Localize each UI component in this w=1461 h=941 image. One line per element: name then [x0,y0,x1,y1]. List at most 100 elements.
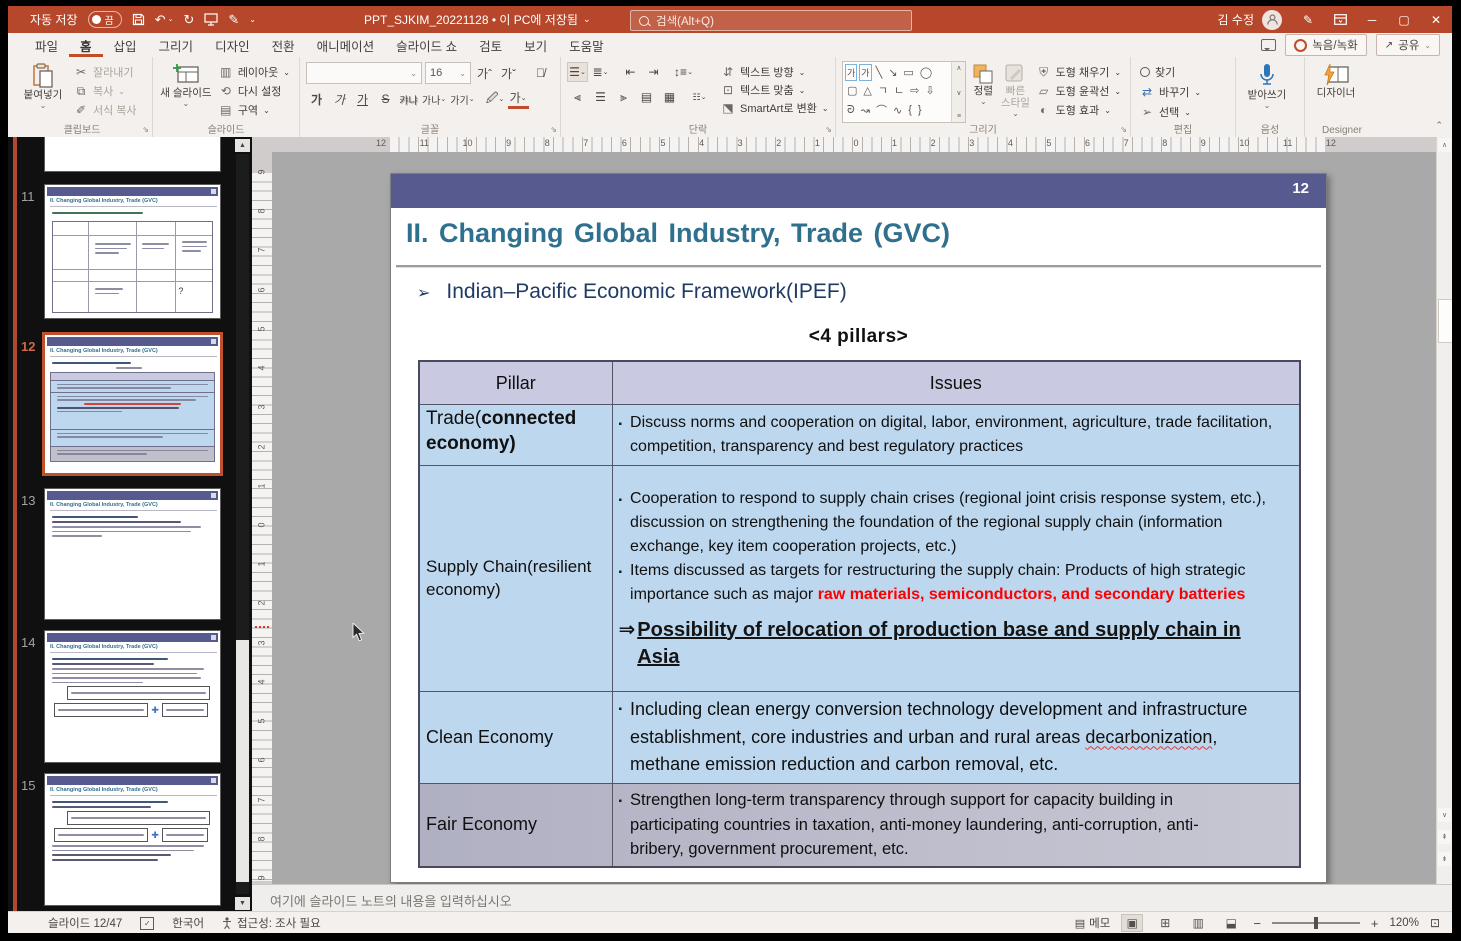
tab-draw[interactable]: 그리기 [148,33,205,57]
italic-icon[interactable]: 가 [329,89,350,109]
zoom-in-button[interactable]: + [1371,916,1379,931]
normal-view-button[interactable]: ▣ [1121,914,1143,932]
share-button[interactable]: ↗공유⌄ [1376,34,1440,56]
thumbnail-slide-12-selected[interactable]: II. Changing Global Industry, Trade (GVC… [45,335,220,473]
font-name-combo[interactable]: ⌄ [306,62,422,84]
previous-slide-button[interactable]: ⇞ [1438,830,1451,844]
shape-gallery[interactable]: 가가╲↘▭◯ ▢△ㄱㄴ⇨⇩ ᘒ↝⌒∿{} ∧∨≡ [842,61,966,123]
text-direction-button[interactable]: ⇵텍스트 방향⌄ [718,63,832,81]
accessibility-status[interactable]: 접근성: 조사 필요 [237,915,321,931]
language-indicator[interactable]: 한국어 [172,915,204,931]
smartart-button[interactable]: ⬔SmartArt로 변환⌄ [718,99,832,117]
clear-formatting-icon[interactable]: 가̸ [530,63,551,83]
highlight-color-icon[interactable]: 🖉⌄ [485,89,506,109]
shape-curve-icon[interactable]: ∿ [893,104,902,117]
align-text-button[interactable]: ⊡텍스트 맞춤⌄ [718,81,832,99]
quick-styles-button[interactable]: 빠른 스타일⌄ [1000,61,1030,121]
slide-12[interactable]: 12 II. Changing Global Industry, Trade (… [390,173,1327,883]
layout-button[interactable]: ▥레이아웃⌄ [216,63,293,81]
thumbnail-slide-11[interactable]: II. Changing Global Industry, Trade (GVC… [45,185,220,318]
thumbnail-scroll-up-button[interactable]: ▲ [235,139,250,152]
shape-textbox-v-icon[interactable]: 가 [861,66,869,79]
zoom-level[interactable]: 120% [1390,917,1419,929]
font-size-combo[interactable]: 16⌄ [425,62,471,84]
arrange-button[interactable]: 정렬⌄ [969,61,997,121]
shape-gallery-scroll[interactable]: ∧∨≡ [951,62,965,122]
change-case-icon[interactable]: 가기⌄ [449,89,475,109]
pillars-caption[interactable]: <4 pillars> [391,326,1326,348]
slide-editing-canvas[interactable]: 1211109876543210123456789101112 12 II. C… [272,137,1437,884]
find-button[interactable]: 찾기 [1137,63,1229,81]
title-dropdown-icon[interactable]: ⌄ [583,14,591,25]
increase-indent-icon[interactable]: ⇥ [643,62,664,82]
maximize-button[interactable]: ▢ [1388,6,1420,33]
tab-help[interactable]: 도움말 [558,33,615,57]
format-painter-button[interactable]: ✐서식 복사 [71,101,140,119]
shape-scribble-icon[interactable]: ↝ [861,104,870,117]
align-left-icon[interactable]: ⫷ [567,87,588,107]
font-color-icon[interactable]: 가⌄ [508,90,529,109]
align-right-icon[interactable]: ⫸ [613,87,634,107]
shape-triangle-icon[interactable]: △ [863,84,871,97]
fit-to-window-icon[interactable]: ⊡ [1430,916,1440,930]
shape-arrow-icon[interactable]: ↘ [888,66,897,79]
line-spacing-icon[interactable]: ↕≡⌄ [673,62,694,82]
shape-fill-button[interactable]: ⛨도형 채우기⌄ [1034,63,1124,81]
thumbnail-slide-14[interactable]: II. Changing Global Industry, Trade (GVC… [45,631,220,762]
decrease-font-icon[interactable]: 가ˇ [498,63,519,83]
user-name[interactable]: 김 수정 [1218,11,1254,28]
undo-icon[interactable]: ↶⌄ [155,13,174,26]
start-slideshow-icon[interactable] [204,13,218,26]
tab-file[interactable]: 파일 [24,33,69,57]
clipboard-dialog-launcher[interactable]: ⇘ [142,125,149,134]
bullets-icon[interactable]: ☰⌄ [567,62,588,82]
collapse-ribbon-icon[interactable]: ⌃ [1435,120,1443,131]
tab-review[interactable]: 검토 [468,33,513,57]
shape-brace-right-icon[interactable]: } [918,104,922,116]
tab-transitions[interactable]: 전환 [261,33,306,57]
minimize-button[interactable]: ─ [1356,6,1388,33]
paragraph-dialog-launcher[interactable]: ⇘ [825,125,832,134]
zoom-out-button[interactable]: − [1253,916,1261,931]
tab-home[interactable]: 홈 [69,33,103,57]
section-button[interactable]: ▤구역⌄ [216,101,293,119]
font-dialog-launcher[interactable]: ⇘ [550,125,557,134]
save-icon[interactable] [132,13,145,26]
decrease-indent-icon[interactable]: ⇤ [620,62,641,82]
shape-arc-icon[interactable]: ⌒ [876,102,887,118]
spellcheck-icon[interactable]: ✓ [140,917,154,930]
scroll-up-button[interactable]: ∧ [1438,138,1451,152]
notes-pane[interactable]: 여기에 슬라이드 노트의 내용을 입력하십시오 [252,884,1452,912]
avatar[interactable] [1262,10,1282,30]
scroll-down-button[interactable]: ∨ [1438,808,1451,822]
shape-round-rect-icon[interactable]: ▢ [847,84,857,97]
tab-design[interactable]: 디자인 [204,33,261,57]
ink-pen-icon[interactable]: ✎ [1292,6,1324,33]
cut-button[interactable]: ✂잘라내기 [71,63,140,81]
list-options-icon[interactable]: ☷⌄ [689,87,710,107]
drawing-dialog-launcher[interactable]: ⇘ [1120,125,1127,134]
designer-button[interactable]: 디자이너 [1311,61,1361,99]
increase-font-icon[interactable]: 가ˆ [474,63,495,83]
notes-toggle[interactable]: ▤메모 [1075,915,1111,931]
tab-animations[interactable]: 애니메이션 [306,33,386,57]
select-button[interactable]: ➢선택⌄ [1137,103,1229,121]
tab-slideshow[interactable]: 슬라이드 쇼 [385,33,468,57]
record-button[interactable]: 녹음/녹화 [1285,34,1367,56]
shape-down-arrow-icon[interactable]: ⇩ [925,84,934,97]
shape-brace-left-icon[interactable]: { [908,104,912,116]
zoom-slider[interactable] [1272,922,1360,924]
thumbnail-slide-10-partial[interactable] [45,137,220,171]
shape-effects-button[interactable]: ◐도형 효과⌄ [1034,101,1124,119]
shape-elbow-icon[interactable]: ㄱ [878,82,888,98]
thumbnail-scroll-down-button[interactable]: ▼ [235,897,250,910]
next-slide-button[interactable]: ⇟ [1438,852,1451,866]
align-center-icon[interactable]: ☰ [590,87,611,107]
quick-access-more-icon[interactable]: ⌄ [249,16,256,24]
canvas-scrollbar[interactable]: ∧ ∨ ⇞ ⇟ [1436,137,1452,884]
close-button[interactable]: ✕ [1420,6,1452,33]
shape-textbox-h-icon[interactable]: 가 [847,66,855,79]
thumbnail-slide-15[interactable]: II. Changing Global Industry, Trade (GVC… [45,774,220,905]
pillars-table[interactable]: Pillar Issues Trade(connected economy) ▪… [418,360,1301,868]
reading-view-button[interactable]: ▥ [1187,914,1209,932]
